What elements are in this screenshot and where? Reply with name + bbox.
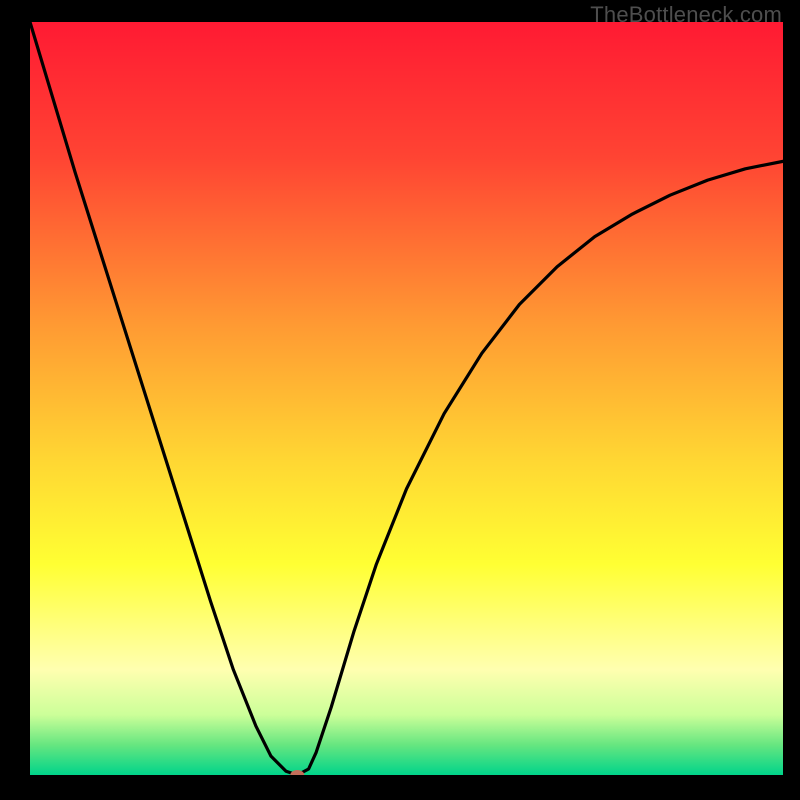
chart-container: TheBottleneck.com xyxy=(0,0,800,800)
watermark-text: TheBottleneck.com xyxy=(590,2,782,28)
plot-background xyxy=(30,22,783,775)
plot-area xyxy=(30,22,783,775)
chart-svg xyxy=(30,22,783,775)
